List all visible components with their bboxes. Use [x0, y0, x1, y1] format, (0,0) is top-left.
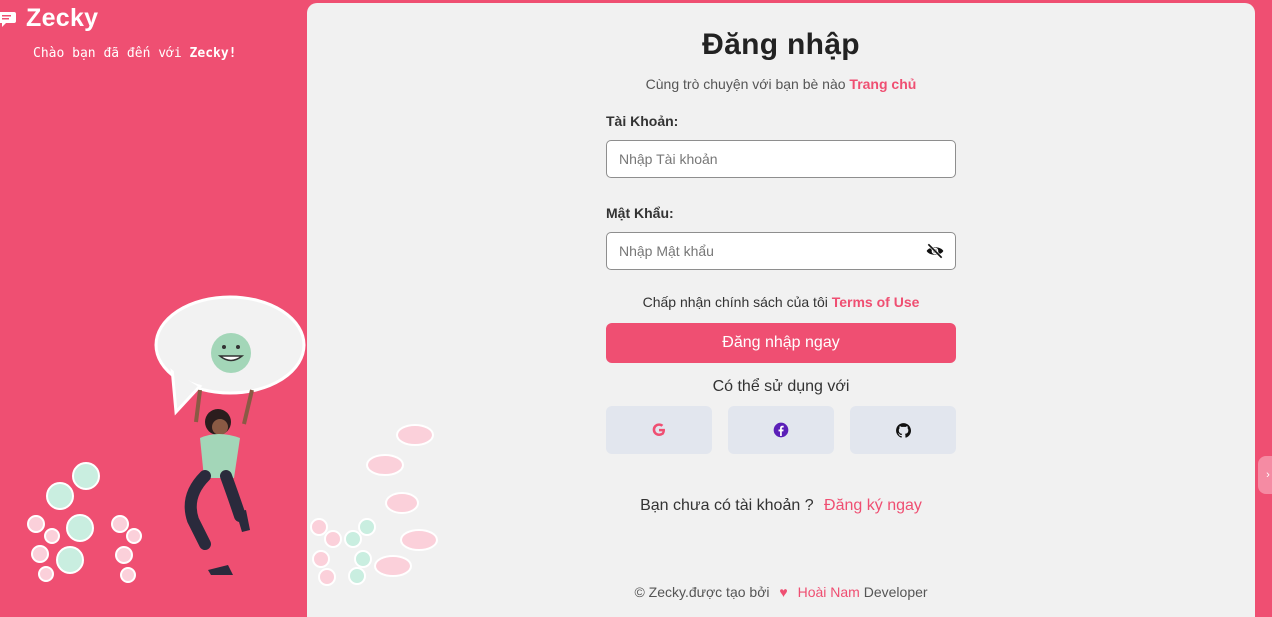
- facebook-icon: [773, 422, 789, 438]
- left-panel: Zecky Chào bạn đã đến với Zecky!: [0, 0, 307, 617]
- social-login-text: Có thể sử dụng với: [712, 378, 850, 395]
- chevron-right-icon: ›: [1266, 469, 1270, 481]
- welcome-prefix: Chào bạn đã đến với: [33, 46, 182, 61]
- username-field-wrap: [606, 140, 956, 178]
- password-label: Mật Khẩu:: [606, 205, 674, 221]
- github-icon: [895, 422, 911, 438]
- register-link[interactable]: Đăng ký ngay: [824, 497, 922, 514]
- footer-prefix: © Zecky.được tạo bởi: [634, 584, 770, 600]
- welcome-text: Chào bạn đã đến với Zecky!: [33, 46, 237, 61]
- google-login-button[interactable]: [606, 406, 712, 454]
- social-buttons: [606, 406, 956, 454]
- username-label: Tài Khoản:: [606, 113, 679, 129]
- subtitle-text: Cùng trò chuyện với bạn bè nào: [645, 76, 846, 92]
- chat-icon: [0, 11, 16, 27]
- home-link[interactable]: Trang chủ: [849, 76, 916, 92]
- register-row: Bạn chưa có tài khoản ? Đăng ký ngay: [606, 497, 956, 515]
- brand-name: Zecky: [26, 4, 99, 32]
- google-icon: [652, 423, 665, 436]
- password-field-wrap: [606, 232, 956, 270]
- password-input[interactable]: [607, 233, 955, 269]
- page-title: Đăng nhập: [702, 28, 860, 61]
- login-button[interactable]: Đăng nhập ngay: [606, 323, 956, 363]
- brand[interactable]: Zecky: [0, 4, 98, 33]
- login-card: Đăng nhập Cùng trò chuyện với bạn bè nào…: [307, 3, 1255, 617]
- footer: © Zecky.được tạo bởi ♥ Hoài Nam Develope…: [307, 584, 1255, 600]
- github-login-button[interactable]: [850, 406, 956, 454]
- subtitle: Cùng trò chuyện với bạn bè nào Trang chủ: [606, 76, 956, 92]
- terms-text: Chấp nhận chính sách của tôi: [642, 294, 828, 310]
- eye-slash-icon[interactable]: [925, 241, 945, 261]
- register-text: Bạn chưa có tài khoản ?: [640, 497, 814, 514]
- login-form: Đăng nhập Cùng trò chuyện với bạn bè nào…: [606, 3, 956, 515]
- terms: Chấp nhận chính sách của tôi Terms of Us…: [606, 294, 956, 310]
- username-input[interactable]: [607, 141, 955, 177]
- welcome-illustration: [27, 295, 306, 583]
- heart-icon: ♥: [779, 584, 788, 600]
- welcome-brand: Zecky!: [189, 46, 237, 61]
- facebook-login-button[interactable]: [728, 406, 834, 454]
- footer-suffix: Developer: [863, 584, 928, 600]
- footer-author-link[interactable]: Hoài Nam: [798, 584, 860, 600]
- side-panel-toggle[interactable]: ›: [1258, 456, 1272, 494]
- terms-link[interactable]: Terms of Use: [832, 294, 920, 310]
- decorative-flowers: [310, 424, 438, 586]
